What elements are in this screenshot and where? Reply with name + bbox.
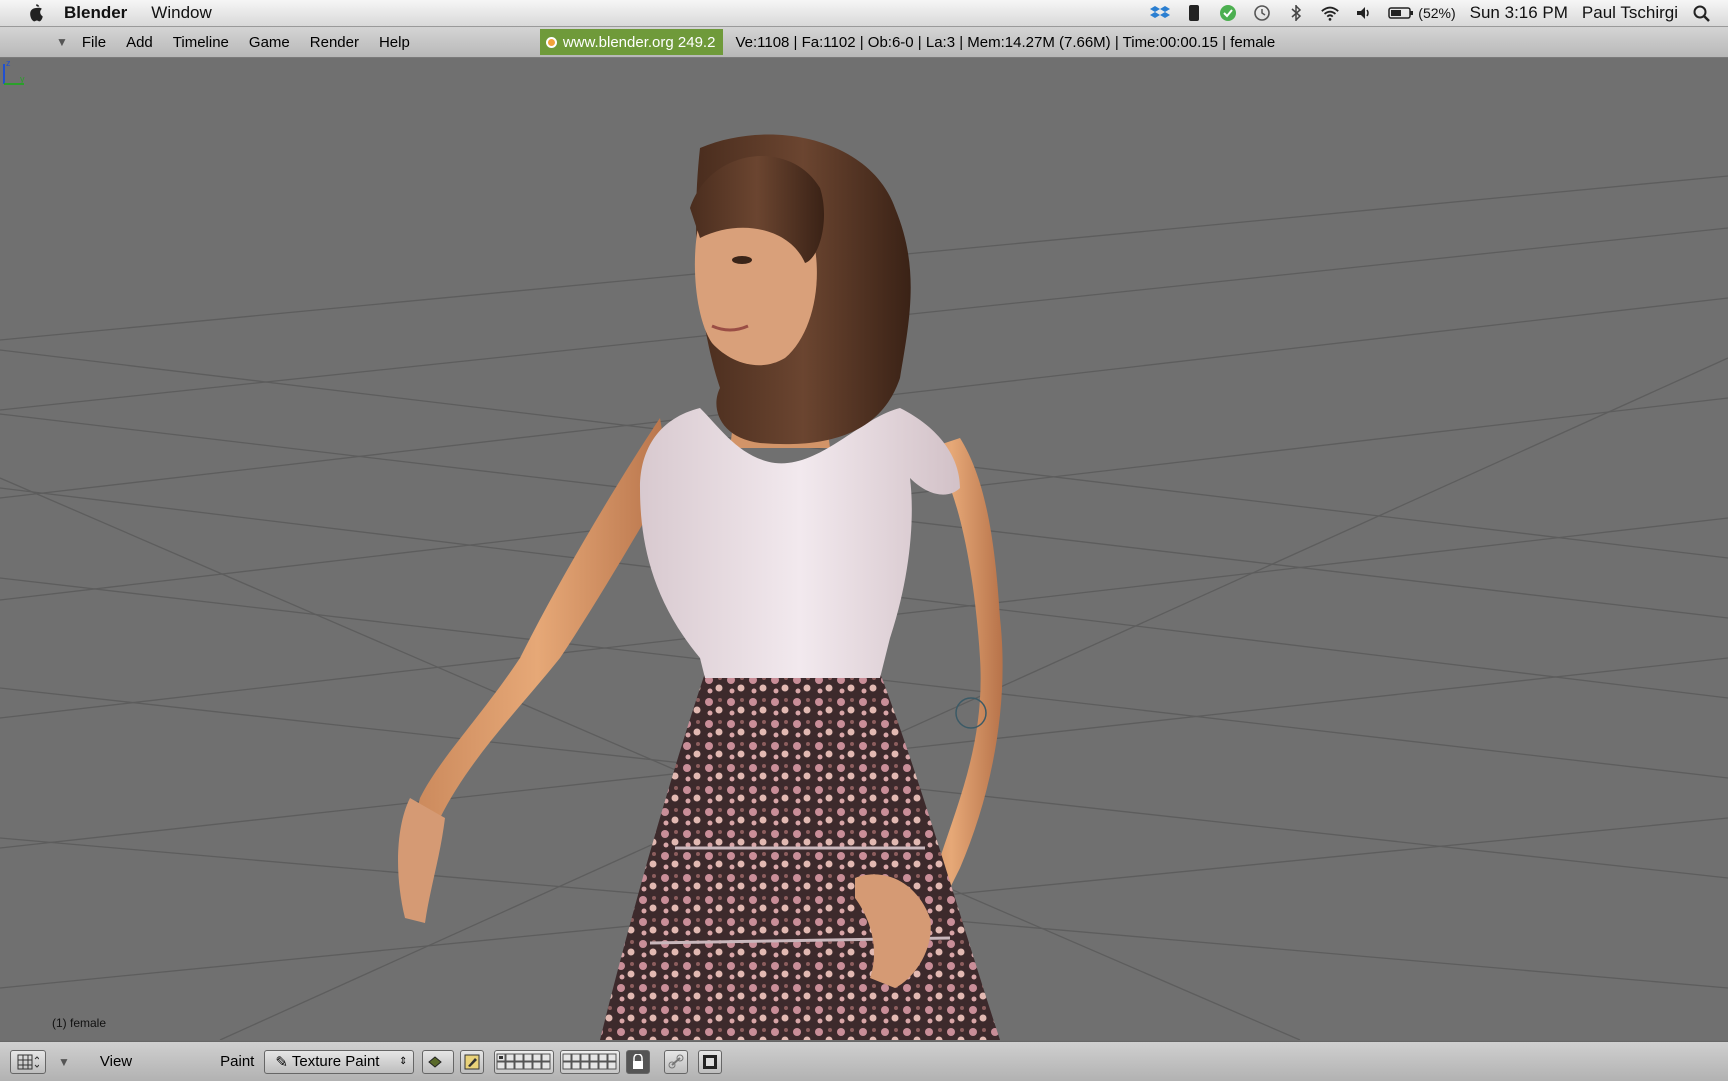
menu-timeline[interactable]: Timeline [173,34,229,51]
chevron-updown-icon: ⇕ [398,1056,408,1067]
blender-info-header: ▼ File Add Timeline Game Render Help www… [0,27,1728,58]
site-text: www.blender.org 249.2 [562,33,716,51]
battery-percent: (52%) [1418,5,1456,21]
volume-icon[interactable] [1354,4,1374,22]
battery-icon [1388,7,1414,19]
layers-row-2[interactable] [560,1049,621,1074]
clock[interactable]: Sun 3:16 PM [1470,3,1568,23]
object-label: (1) female [52,1016,107,1030]
mode-select[interactable]: ✎ Texture Paint ⇕ [264,1049,415,1074]
time-machine-icon[interactable] [1252,4,1272,22]
menu-window[interactable]: Window [151,3,211,23]
scene-stats: Ve:1108 | Fa:1102 | Ob:6-0 | La:3 | Mem:… [735,33,1276,51]
collapse-arrow-icon[interactable]: ▼ [58,1055,70,1069]
apple-icon[interactable] [24,3,48,23]
macos-menu-bar: Blender Window (52%) Sun 3:16 PM Paul Ts… [0,0,1728,27]
brush-icon: ✎ [275,1053,288,1071]
lock-button[interactable] [626,1049,651,1074]
blender-site-badge[interactable]: www.blender.org 249.2 [539,29,724,55]
app-name[interactable]: Blender [64,3,127,23]
menu-help[interactable]: Help [379,34,410,51]
svg-text:y: y [20,74,25,84]
svg-text:z: z [6,58,11,68]
link-icon [668,1054,684,1068]
menu-render[interactable]: Render [310,34,359,51]
menu-game[interactable]: Game [249,34,290,51]
3d-viewport[interactable]: z y (1) female [0,58,1728,1040]
snap-button[interactable] [664,1049,689,1074]
menu-file[interactable]: File [82,34,106,51]
layers-icon [562,1053,617,1069]
pencil-icon [464,1054,480,1069]
layers-row-1[interactable] [494,1049,555,1074]
user-name[interactable]: Paul Tschirgi [1582,3,1678,23]
mode-label: Paint [220,1053,255,1070]
spotlight-icon[interactable] [1692,4,1712,22]
viewport-header: ▼ View Paint ✎ Texture Paint ⇕ [0,1041,1728,1081]
render-preview-button[interactable] [698,1049,723,1074]
menu-view[interactable]: View [100,1053,132,1070]
lock-icon [633,1053,644,1069]
editor-type-button[interactable] [10,1049,46,1074]
dropbox-icon[interactable] [1150,4,1171,22]
check-icon[interactable] [1218,4,1238,22]
menu-add[interactable]: Add [126,34,153,51]
status-area: (52%) Sun 3:16 PM Paul Tschirgi [1150,3,1712,23]
grid-icon [17,1054,39,1069]
evernote-icon[interactable] [1184,4,1204,22]
wifi-icon[interactable] [1320,4,1340,22]
viewport-scene [0,134,1728,1040]
draw-type-button[interactable] [422,1049,455,1074]
battery-status[interactable]: (52%) [1388,4,1456,22]
pivot-button[interactable] [460,1049,485,1074]
layers-icon [496,1053,551,1069]
axis-gizmo-icon: z y [3,58,25,85]
image-icon [703,1054,718,1069]
shading-icon [428,1055,443,1068]
header-collapse-icon[interactable]: ▼ [56,35,68,49]
bluetooth-icon[interactable] [1286,4,1306,22]
mode-value: Texture Paint [291,1053,380,1070]
blender-logo-icon [545,36,557,48]
